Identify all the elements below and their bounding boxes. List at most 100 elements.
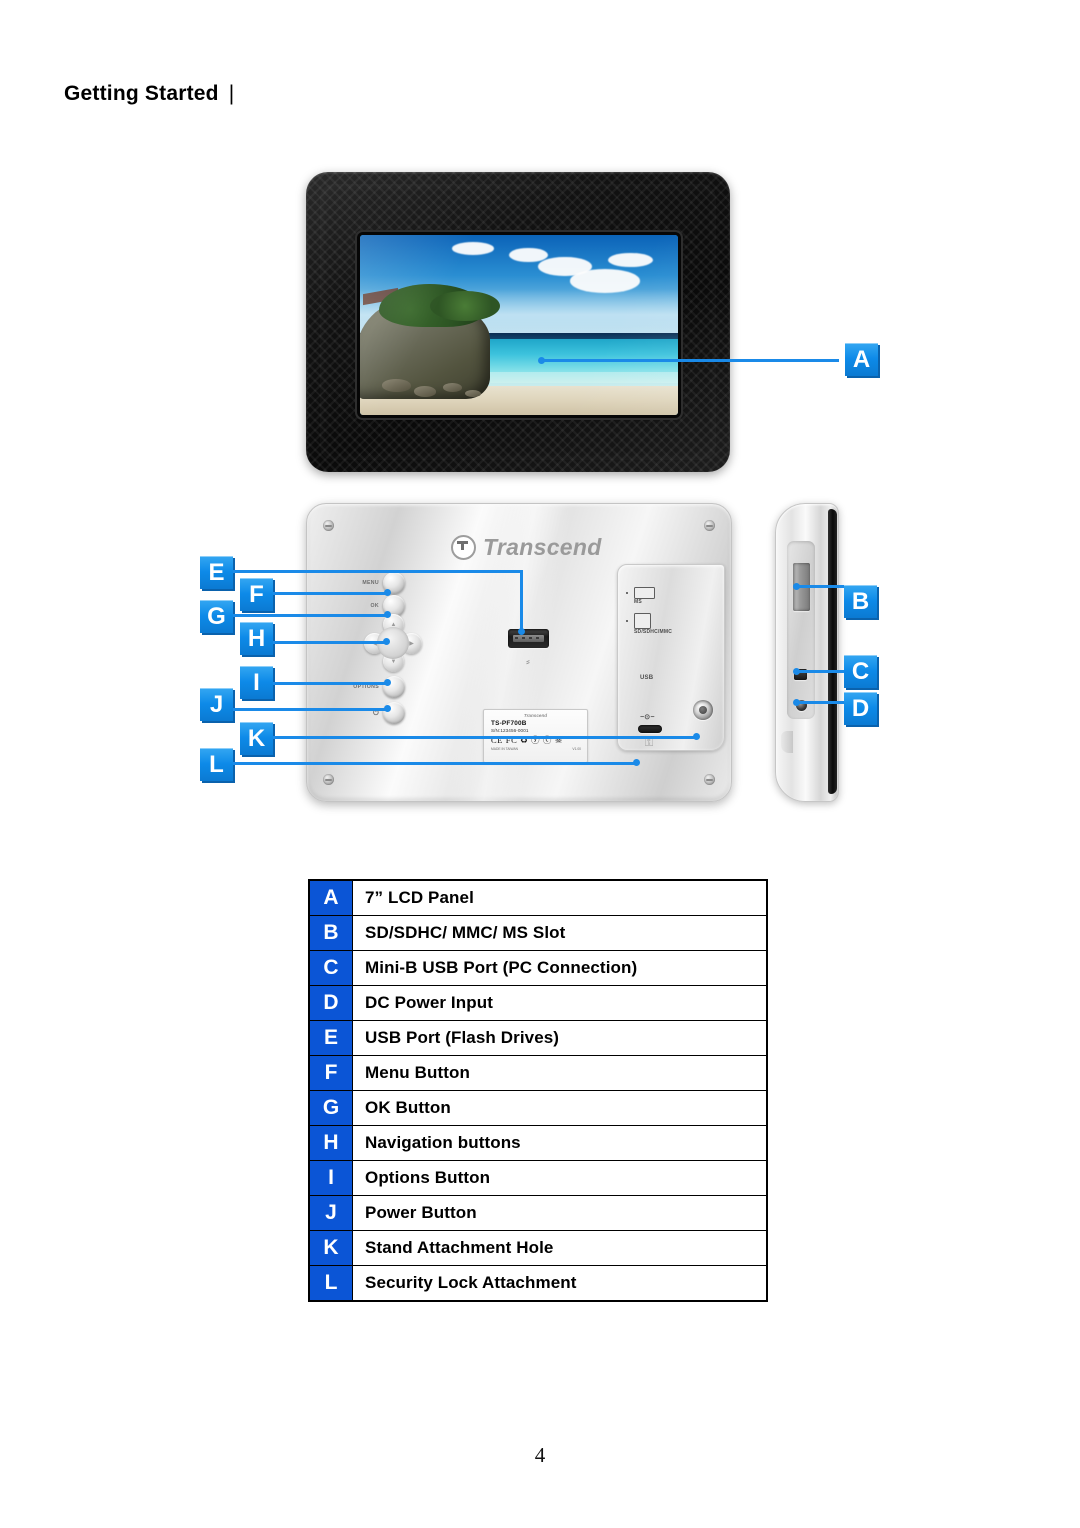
sticker-footer: MADE IN TAIWAN V1.00 <box>491 747 587 751</box>
table-row-description: Stand Attachment Hole <box>352 1230 768 1266</box>
screw <box>704 774 715 785</box>
stand-attachment-hole <box>693 700 713 720</box>
ok-button-caption: OK <box>370 603 379 609</box>
callout-line-e-vert <box>520 570 523 632</box>
table-row-description: Options Button <box>352 1160 768 1196</box>
table-row-letter: F <box>308 1055 353 1091</box>
callout-badge-h: H <box>240 622 273 655</box>
callout-dot-e <box>518 628 525 635</box>
dc-power-icon-label: −⊙− <box>640 714 655 721</box>
table-row-description: OK Button <box>352 1090 768 1126</box>
screen-rock <box>464 389 481 397</box>
screen-rock <box>414 386 437 397</box>
callout-line-a <box>541 359 839 362</box>
table-row-description: Mini-B USB Port (PC Connection) <box>352 950 768 986</box>
callout-line-k <box>273 736 697 739</box>
table-row-description: Power Button <box>352 1195 768 1231</box>
lcd-panel-screen <box>360 235 678 415</box>
front-view-photo-frame <box>306 172 730 472</box>
table-row-description: SD/SDHC/ MMC/ MS Slot <box>352 915 768 951</box>
sticker-serial: S/N:123456-0001 <box>491 727 529 733</box>
callout-line-h <box>273 641 386 644</box>
table-row-letter: L <box>308 1265 353 1302</box>
page-title-divider: | <box>228 82 235 105</box>
transcend-logo: Transcend <box>451 532 631 562</box>
screen-rock <box>382 379 411 392</box>
screen-foliage <box>429 290 500 322</box>
callout-line-j <box>233 708 387 711</box>
card-slot-panel: MS SD/SDHC/MMC USB −⊙− <box>617 564 725 751</box>
callout-line-l <box>233 762 636 765</box>
table-row: L Security Lock Attachment <box>308 1265 768 1302</box>
table-row-letter: J <box>308 1195 353 1231</box>
callout-badge-k: K <box>240 722 273 755</box>
callout-badge-f: F <box>240 578 273 611</box>
back-view-photo-frame: Transcend MENU OK ▲ ◀ ▶ ▼ OPTIONS ⏻ ⸗ MS… <box>306 503 732 802</box>
table-row: K Stand Attachment Hole <box>308 1230 768 1266</box>
callout-badge-b: B <box>844 585 877 618</box>
sd-led-dot <box>626 620 629 623</box>
table-row-description: Menu Button <box>352 1055 768 1091</box>
table-row: G OK Button <box>308 1090 768 1126</box>
side-view-photo-frame <box>775 503 839 802</box>
table-row-letter: E <box>308 1020 353 1056</box>
usb-port-tongue <box>513 635 544 642</box>
callout-line-f <box>273 592 387 595</box>
callout-line-d <box>796 701 844 704</box>
power-button-caption: ⏻ <box>373 710 379 717</box>
callout-dot-i <box>384 679 391 686</box>
callout-dot-j <box>384 705 391 712</box>
callout-dot-g <box>384 611 391 618</box>
callout-line-b <box>796 585 844 588</box>
transcend-t-icon <box>451 534 476 560</box>
ms-slot-label: MS <box>634 599 642 605</box>
table-row: J Power Button <box>308 1195 768 1231</box>
sticker-origin: MADE IN TAIWAN <box>491 746 519 751</box>
table-row-description: DC Power Input <box>352 985 768 1021</box>
ms-slot-icon <box>634 587 655 599</box>
screen-cloud <box>509 247 548 262</box>
callout-line-c <box>796 670 844 673</box>
table-row: F Menu Button <box>308 1055 768 1091</box>
security-lock-attachment <box>638 725 662 733</box>
sticker-version: V1.00 <box>572 746 581 751</box>
table-row-letter: H <box>308 1125 353 1161</box>
table-row-description: Security Lock Attachment <box>352 1265 768 1302</box>
table-row-description: Navigation buttons <box>352 1125 768 1161</box>
callout-line-i <box>273 682 387 685</box>
callout-badge-g: G <box>200 600 233 633</box>
table-row-description: USB Port (Flash Drives) <box>352 1020 768 1056</box>
side-front-edge <box>828 509 837 794</box>
callout-badge-j: J <box>200 688 233 721</box>
usb-trident-icon: ⸗ <box>526 656 530 668</box>
usb-slot-label: USB <box>640 675 654 681</box>
table-row: A 7” LCD Panel <box>308 879 768 916</box>
menu-button-caption: MENU <box>362 580 379 586</box>
usb-port[interactable] <box>508 629 549 648</box>
callout-badge-e: E <box>200 556 233 589</box>
side-foot <box>781 731 793 753</box>
table-row-letter: B <box>308 915 353 951</box>
callout-badge-a: A <box>845 343 878 376</box>
callout-badge-l: L <box>200 748 233 781</box>
callout-badge-c: C <box>844 655 877 688</box>
transcend-wordmark: Transcend <box>483 533 602 560</box>
table-row: D DC Power Input <box>308 985 768 1021</box>
callout-dot-f <box>384 589 391 596</box>
page-title-text: Getting Started <box>64 82 219 105</box>
callout-dot-h <box>383 638 390 645</box>
screw <box>323 520 334 531</box>
sticker-model: TS-PF700B <box>491 719 527 727</box>
ms-led-dot <box>626 592 629 595</box>
table-row-letter: I <box>308 1160 353 1196</box>
callout-dot-k <box>693 733 700 740</box>
table-row-letter: K <box>308 1230 353 1266</box>
callout-line-g <box>233 614 387 617</box>
table-row: C Mini-B USB Port (PC Connection) <box>308 950 768 986</box>
sd-slot-label: SD/SDHC/MMC <box>634 629 673 635</box>
feature-legend-table: A 7” LCD Panel B SD/SDHC/ MMC/ MS Slot C… <box>308 879 768 1302</box>
table-row-letter: C <box>308 950 353 986</box>
page-number: 4 <box>534 1443 546 1467</box>
table-row-letter: A <box>308 879 353 916</box>
screen-cloud <box>452 242 494 255</box>
